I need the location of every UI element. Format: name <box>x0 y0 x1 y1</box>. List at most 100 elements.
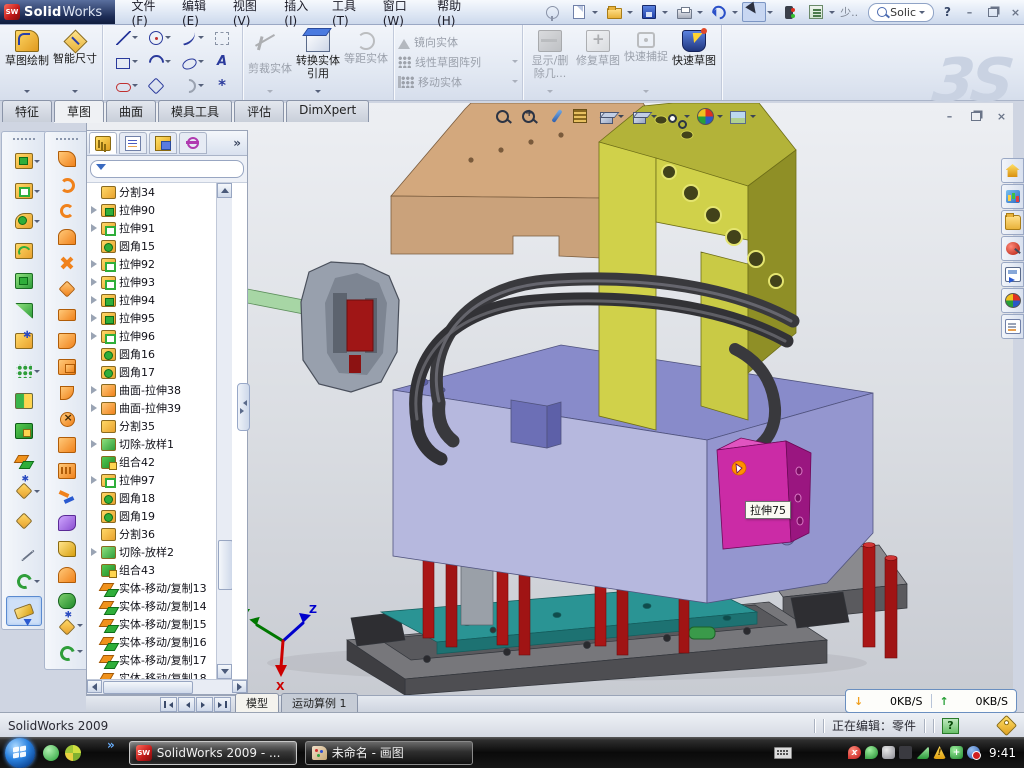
expand-arrow-icon[interactable] <box>89 440 98 449</box>
expand-arrow-icon[interactable] <box>89 206 98 215</box>
expand-arrow-icon[interactable] <box>89 494 98 503</box>
tab-features[interactable]: 特征 <box>2 100 52 122</box>
tree-item[interactable]: 组合42 <box>87 453 232 471</box>
fillet-icon[interactable] <box>6 206 42 236</box>
tree-item[interactable]: 组合43 <box>87 561 232 579</box>
expand-arrow-icon[interactable] <box>89 260 98 269</box>
tree-item[interactable]: 曲面-拉伸38 <box>87 381 232 399</box>
tray-antivirus-icon[interactable]: x <box>848 746 861 759</box>
save-button[interactable] <box>637 2 661 22</box>
tree-item[interactable]: 圆角15 <box>87 237 232 255</box>
swept-boss-icon[interactable] <box>6 236 42 266</box>
menu-item[interactable]: 工具(T) <box>323 0 374 31</box>
slot-tool[interactable] <box>107 75 139 98</box>
repair-sketch-button[interactable]: 修复草图 <box>574 26 622 98</box>
tree-item[interactable]: 圆角17 <box>87 363 232 381</box>
expand-arrow-icon[interactable] <box>89 584 98 593</box>
help-button[interactable]: ? <box>944 5 951 19</box>
search-box[interactable]: Solic <box>868 3 934 22</box>
magnified-selection-icon[interactable] <box>543 106 565 126</box>
taskbar-window-paint[interactable]: 未命名 - 画图 <box>305 741 473 765</box>
part-magenta-block[interactable] <box>717 438 811 549</box>
tree-item[interactable]: 分割36 <box>87 525 232 543</box>
zoom-to-fit-icon[interactable] <box>491 106 513 126</box>
hide-show-items-icon[interactable] <box>661 106 683 126</box>
tree-item[interactable]: 拉伸97 <box>87 471 232 489</box>
expand-arrow-icon[interactable] <box>89 566 98 575</box>
tree-item[interactable]: 拉伸96 <box>87 327 232 345</box>
revolved-surface-icon[interactable] <box>49 172 85 198</box>
tree-item[interactable]: 实体-移动/复制17 <box>87 651 232 669</box>
tree-item[interactable]: 拉伸92 <box>87 255 232 273</box>
tree-item[interactable]: 实体-移动/复制14 <box>87 597 232 615</box>
undo-button[interactable] <box>707 2 731 22</box>
split-icon[interactable] <box>6 386 42 416</box>
point-tool[interactable]: * <box>206 75 238 98</box>
apply-scene-icon[interactable] <box>727 106 749 126</box>
tree-item[interactable]: 实体-移动/复制13 <box>87 579 232 597</box>
tree-item[interactable]: 实体-移动/复制18 <box>87 669 232 679</box>
tree-item[interactable]: 实体-移动/复制16 <box>87 633 232 651</box>
move-copy-body-icon[interactable] <box>6 446 42 476</box>
expand-arrow-icon[interactable] <box>89 458 98 467</box>
input-method-icon[interactable] <box>774 747 792 759</box>
tree-item[interactable]: 分割34 <box>87 183 232 201</box>
expand-arrow-icon[interactable] <box>89 332 98 341</box>
menu-item[interactable]: 插入(I) <box>275 0 323 31</box>
panel-overflow-chevron[interactable]: » <box>233 136 245 150</box>
view-orientation-icon[interactable] <box>628 106 650 126</box>
last-tab-button[interactable] <box>214 697 231 712</box>
rapid-sketch-button[interactable]: 快速草图 <box>670 26 718 98</box>
lofted-surface-icon[interactable] <box>49 224 85 250</box>
wedge-cut-icon[interactable] <box>6 296 42 326</box>
display-delete-relations-button[interactable]: 显示/删除几... <box>526 26 574 98</box>
move-entities-button[interactable]: 移动实体 <box>398 73 518 91</box>
sketch-fillet-tool[interactable] <box>173 75 205 98</box>
next-tab-button[interactable] <box>196 697 213 712</box>
ruled-surface-icon[interactable] <box>49 328 85 354</box>
offset-entities-button[interactable]: 等距实体 <box>342 26 390 98</box>
tree-horizontal-scrollbar[interactable] <box>87 679 247 694</box>
search-input[interactable]: Solic <box>890 6 916 19</box>
open-button[interactable] <box>602 2 626 22</box>
reference-plane-icon[interactable] <box>6 506 42 536</box>
surface-sparkle-icon[interactable] <box>49 614 85 640</box>
expand-arrow-icon[interactable] <box>89 242 98 251</box>
expand-arrow-icon[interactable] <box>89 188 98 197</box>
zoom-to-area-icon[interactable] <box>517 106 539 126</box>
planar-surface-icon[interactable] <box>49 276 85 302</box>
tree-item[interactable]: 圆角18 <box>87 489 232 507</box>
trim-entities-button[interactable]: 剪裁实体 <box>246 26 294 98</box>
options-button[interactable] <box>804 2 828 22</box>
sketch-text-tool[interactable]: A <box>206 51 238 74</box>
rebuild-button[interactable] <box>777 2 801 22</box>
tab-sketch[interactable]: 草图 <box>54 100 104 122</box>
tray-guard-icon[interactable] <box>865 746 878 759</box>
scroll-down-button[interactable] <box>217 664 232 679</box>
tray-warning-icon[interactable]: ! <box>933 746 946 759</box>
tree-item[interactable]: 圆角19 <box>87 507 232 525</box>
spline-curve-icon[interactable] <box>6 566 42 596</box>
expand-arrow-icon[interactable] <box>89 602 98 611</box>
feature-manager-tab[interactable] <box>89 132 117 154</box>
expand-arrow-icon[interactable] <box>89 404 98 413</box>
menu-item[interactable]: 视图(V) <box>224 0 275 31</box>
edit-appearance-icon[interactable] <box>694 106 716 126</box>
scroll-right-button[interactable] <box>232 680 247 693</box>
delete-face-icon[interactable] <box>49 406 85 432</box>
tree-filter-input[interactable] <box>90 160 244 178</box>
polygon-tool[interactable] <box>140 75 172 98</box>
offset-surface-icon[interactable] <box>49 302 85 328</box>
tree-item[interactable]: 实体-移动/复制15 <box>87 615 232 633</box>
part-clamp-insert[interactable] <box>234 262 399 392</box>
motion-study-tab[interactable]: 运动算例 1 <box>281 693 358 713</box>
expand-arrow-icon[interactable] <box>89 368 98 377</box>
model-tab[interactable]: 模型 <box>235 693 279 713</box>
expand-arrow-icon[interactable] <box>89 512 98 521</box>
solidworks-search-tab[interactable] <box>1001 236 1024 261</box>
boundary-surface-icon[interactable] <box>49 250 85 276</box>
menu-item[interactable]: 窗口(W) <box>374 0 428 31</box>
mirror-entities-button[interactable]: 镜向实体 <box>398 33 518 51</box>
expand-arrow-icon[interactable] <box>89 656 98 665</box>
convert-entities-button[interactable]: 转换实体引用 <box>294 26 342 98</box>
